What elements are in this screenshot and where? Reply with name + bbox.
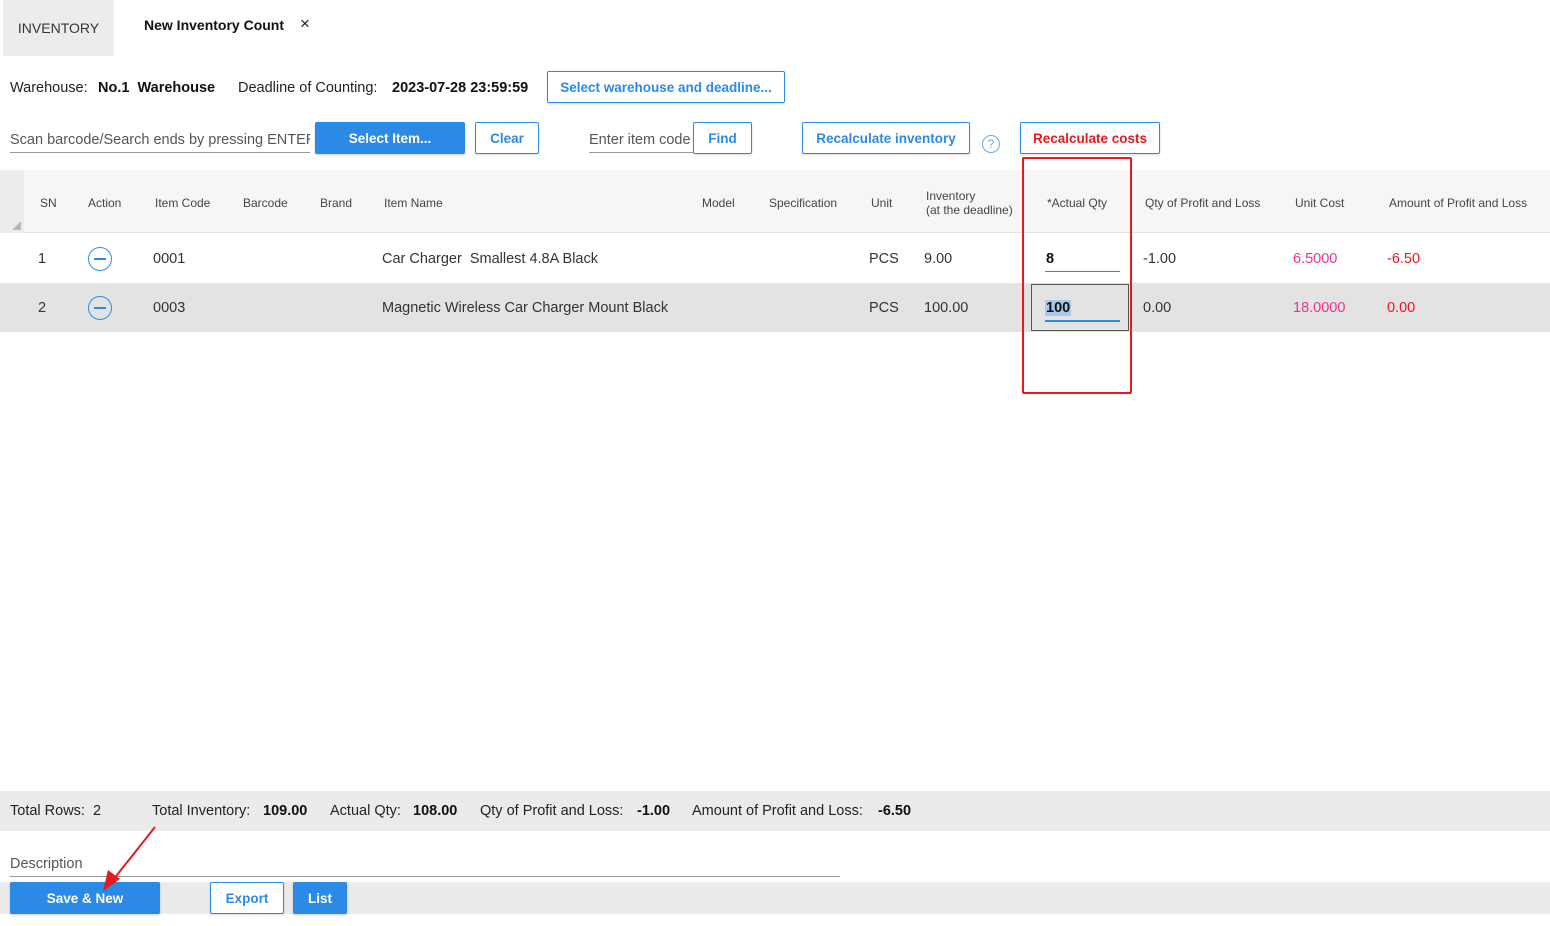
cell-unit-cost: 6.5000 xyxy=(1293,250,1338,267)
header-inventory[interactable]: Inventory xyxy=(926,189,975,203)
table-header: SN Action Item Code Barcode Brand Item N… xyxy=(0,170,1550,233)
header-sn[interactable]: SN xyxy=(40,196,57,210)
clear-button[interactable]: Clear xyxy=(475,122,539,154)
cell-item-name: Magnetic Wireless Car Charger Mount Blac… xyxy=(382,299,669,316)
select-warehouse-deadline-button[interactable]: Select warehouse and deadline... xyxy=(547,71,785,103)
cell-unit-cost: 18.0000 xyxy=(1293,299,1346,316)
warehouse-label: Warehouse: xyxy=(10,80,88,96)
corner-triangle-icon xyxy=(12,221,21,230)
actual-qty-highlight-box xyxy=(1022,157,1132,394)
find-button[interactable]: Find xyxy=(693,122,752,154)
list-button[interactable]: List xyxy=(293,882,347,914)
header-unit[interactable]: Unit xyxy=(871,196,892,210)
total-rows-value: 2 xyxy=(93,803,102,819)
total-inventory-label: Total Inventory: xyxy=(152,803,251,819)
cell-qty-profit-loss: 0.00 xyxy=(1143,299,1172,316)
qty-profit-loss-total-label: Qty of Profit and Loss: xyxy=(480,803,624,819)
cell-sn: 1 xyxy=(38,250,47,267)
header-specification[interactable]: Specification xyxy=(769,196,837,210)
cell-amount-profit-loss: -6.50 xyxy=(1387,250,1421,267)
description-input[interactable] xyxy=(10,851,840,877)
recalculate-costs-button[interactable]: Recalculate costs xyxy=(1020,122,1160,154)
total-inventory-value: 109.00 xyxy=(263,803,308,819)
cell-unit: PCS xyxy=(869,299,899,316)
cell-item-name: Car Charger Smallest 4.8A Black xyxy=(382,250,598,267)
export-button[interactable]: Export xyxy=(210,882,284,914)
amount-profit-loss-total-label: Amount of Profit and Loss: xyxy=(692,803,863,819)
cell-inventory: 9.00 xyxy=(924,250,953,267)
tab-inventory[interactable]: INVENTORY xyxy=(3,0,114,56)
deadline-value: 2023-07-28 23:59:59 xyxy=(392,80,529,96)
cell-amount-profit-loss: 0.00 xyxy=(1387,299,1416,316)
deadline-label: Deadline of Counting: xyxy=(238,80,378,96)
help-icon[interactable]: ? xyxy=(982,135,1000,153)
cell-qty-profit-loss: -1.00 xyxy=(1143,250,1177,267)
summary-bar: Total Rows: 2 Total Inventory: 109.00 Ac… xyxy=(0,791,1550,831)
save-and-new-button[interactable]: Save & New xyxy=(10,882,160,914)
header-barcode[interactable]: Barcode xyxy=(243,196,288,210)
cell-unit: PCS xyxy=(869,250,899,267)
header-inventory-sub: (at the deadline) xyxy=(926,203,1013,217)
table-corner xyxy=(0,170,24,233)
recalculate-inventory-button[interactable]: Recalculate inventory xyxy=(802,122,970,154)
amount-profit-loss-total-value: -6.50 xyxy=(878,803,912,819)
total-rows-label: Total Rows: xyxy=(10,803,85,819)
header-item-name[interactable]: Item Name xyxy=(384,196,443,210)
header-action[interactable]: Action xyxy=(88,196,121,210)
inventory-count-page: INVENTORY New Inventory Count × Warehous… xyxy=(0,0,1550,926)
remove-row-icon[interactable] xyxy=(88,247,112,271)
header-unit-cost[interactable]: Unit Cost xyxy=(1295,196,1344,210)
header-model[interactable]: Model xyxy=(702,196,735,210)
close-tab-icon[interactable]: × xyxy=(300,14,310,34)
header-amount-profit-loss[interactable]: Amount of Profit and Loss xyxy=(1389,196,1527,210)
remove-row-icon[interactable] xyxy=(88,296,112,320)
tab-new-inventory-count[interactable]: New Inventory Count xyxy=(144,17,284,33)
cell-item-code: 0001 xyxy=(153,250,186,267)
cell-item-code: 0003 xyxy=(153,299,186,316)
actual-qty-total-value: 108.00 xyxy=(413,803,458,819)
item-code-input[interactable] xyxy=(589,127,693,153)
scan-barcode-input[interactable] xyxy=(10,127,310,153)
actual-qty-total-label: Actual Qty: xyxy=(330,803,401,819)
header-brand[interactable]: Brand xyxy=(320,196,352,210)
header-qty-profit-loss[interactable]: Qty of Profit and Loss xyxy=(1145,196,1260,210)
cell-inventory: 100.00 xyxy=(924,299,969,316)
warehouse-value: No.1 Warehouse xyxy=(98,80,216,96)
qty-profit-loss-total-value: -1.00 xyxy=(637,803,671,819)
table-row[interactable]: 2 0003 Magnetic Wireless Car Charger Mou… xyxy=(0,283,1550,332)
select-item-button[interactable]: Select Item... xyxy=(315,122,465,154)
table-row[interactable]: 1 0001 Car Charger Smallest 4.8A Black P… xyxy=(0,234,1550,283)
cell-sn: 2 xyxy=(38,299,47,316)
header-item-code[interactable]: Item Code xyxy=(155,196,210,210)
